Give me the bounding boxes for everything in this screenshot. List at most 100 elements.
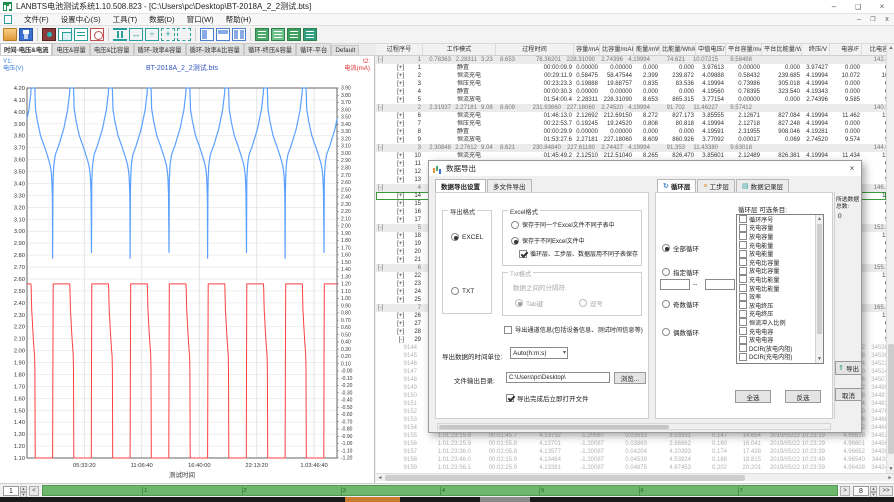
table-row[interactable]: [+]10恒流充电01:45:49.22.12510212.510408.265… [376,152,886,160]
cycle-to-input[interactable] [705,279,735,290]
scroll-right-icon[interactable]: ► [886,474,894,482]
vertical-scroll-thumb[interactable] [888,344,894,454]
report-icon[interactable] [74,28,88,41]
column-header[interactable]: 平台比能量/W [762,44,802,55]
radio-comma[interactable]: 逗号 [579,298,603,308]
menu-tools[interactable]: 工具(T) [107,14,144,25]
expand-toggle[interactable]: [+] [376,128,406,136]
copy-icon[interactable] [58,28,72,41]
item-checkbox[interactable] [739,250,747,258]
expand-toggle[interactable]: [+] [376,232,406,240]
screenshot-icon[interactable] [42,28,56,41]
dialog-horizontal-scrollbar[interactable] [437,423,831,430]
table-row[interactable]: [+]5恒流放电01:54:00.42.28311228.310908.6538… [376,96,886,104]
radio-specified-cycles[interactable]: 指定循环 [662,267,699,277]
item-checkbox[interactable] [739,232,747,240]
expand-toggle[interactable]: [-] [376,224,406,232]
list-item[interactable]: 充电电容 [737,327,815,336]
list-4-icon[interactable] [303,28,317,41]
window-tile-icon[interactable] [232,28,246,41]
radio-all-cycles[interactable]: 全部循环 [662,243,699,253]
item-checkbox[interactable] [739,284,747,292]
item-checkbox[interactable] [739,215,747,223]
record-row[interactable]: 91551.01:23:15.900:01:45.74.13732-1.2008… [376,432,886,440]
horizontal-scroll-thumb[interactable] [385,475,745,481]
split-h-icon[interactable]: ÷ [145,28,159,41]
item-checkbox[interactable] [739,267,747,275]
schedule-icon[interactable] [90,28,104,41]
radio-excel[interactable]: EXCEL [451,233,483,241]
expand-toggle[interactable]: [+] [376,160,406,168]
radio-odd-cycles[interactable]: 奇数循环 [662,299,699,309]
menu-window[interactable]: 窗口(W) [181,14,220,25]
item-checkbox[interactable] [739,336,747,344]
radio-tab-key[interactable]: Tab键 [515,298,543,308]
time-unit-select[interactable]: Auto(h:m:s) [510,347,568,359]
list-item[interactable]: 循环序号 [737,215,815,224]
expand-toggle[interactable]: [+] [376,200,406,208]
menu-help[interactable]: 帮助(H) [220,14,257,25]
radio-diff-file[interactable]: 保存于不同Excel文件中 [511,236,585,245]
menu-settings-center[interactable]: 设置中心(S) [55,14,107,25]
list-item[interactable]: DCIR(充电内阻) [737,353,815,362]
expand-toggle[interactable]: [-] [376,264,406,272]
child-close-button[interactable] [880,16,894,23]
select-region-icon[interactable] [177,28,191,41]
cycle-from-input[interactable] [660,279,690,290]
expand-toggle[interactable]: [+] [376,136,406,144]
column-header[interactable]: 比容量/mAh/g [600,44,634,55]
chart-tab-7[interactable]: Default [331,45,359,55]
column-header[interactable]: 比电容/F/g [862,44,886,55]
item-checkbox[interactable] [739,310,747,318]
tab-export-settings[interactable]: 数据导出设置 [435,179,486,192]
checkbox-open-after[interactable]: 导出完成后立即打开文件 [506,393,589,403]
right-page-box[interactable]: 8 [853,486,869,496]
expand-toggle[interactable]: [+] [376,64,406,72]
expand-toggle[interactable]: [+] [376,328,406,336]
tab-step-layer[interactable]: ≡工步层 [697,179,735,192]
tab-multi-file-export[interactable]: 多文件导出 [487,179,532,192]
expand-toggle[interactable]: [+] [376,320,406,328]
expand-toggle[interactable]: [+] [376,192,406,200]
item-checkbox[interactable] [739,301,747,309]
item-checkbox[interactable] [739,353,747,361]
child-restore-button[interactable] [866,16,880,23]
column-header[interactable]: 中值电压/V [696,44,726,55]
left-page-spinner[interactable]: ▲▼ [20,486,27,496]
column-header[interactable]: 电容/F [830,44,862,55]
dialog-close-icon[interactable]: × [843,164,861,173]
expand-toggle[interactable]: [+] [376,280,406,288]
expand-toggle[interactable]: [+] [376,176,406,184]
record-row[interactable]: 91591.01:23:56.100:02:25.94.13391-1.2008… [376,464,886,472]
vertical-scrollbar[interactable]: ▲ ▼ [886,44,894,473]
column-header[interactable]: 能量/mWh [634,44,660,55]
item-checkbox[interactable] [739,241,747,249]
page-prev-button[interactable]: < [29,486,39,496]
expand-toggle[interactable]: [+] [376,216,406,224]
scroll-up-icon[interactable]: ▲ [887,44,894,52]
expand-toggle[interactable]: [-] [376,184,406,192]
page-last-button[interactable]: >> [879,486,893,496]
list-item[interactable]: 放电容量 [737,232,815,241]
expand-toggle[interactable]: [+] [376,112,406,120]
browse-button[interactable]: 浏览... [614,372,646,384]
table-row[interactable]: [+]7恒压充电00:22:53.70.1924519.245200.80880… [376,120,886,128]
expand-toggle[interactable]: [+] [376,312,406,320]
save-icon[interactable] [19,28,33,41]
table-row[interactable]: [+]8静置00:00:29.90.000000.000000.0000.000… [376,128,886,136]
radio-even-cycles[interactable]: 偶数循环 [662,327,699,337]
output-dir-input[interactable]: C:\Users\pc\Desktop\ [506,372,610,383]
cancel-button[interactable]: 取消 [835,388,862,401]
scroll-down-icon[interactable]: ▼ [887,465,894,473]
table-row[interactable]: [+]9恒流放电01:53:27.62.27181227.180608.6098… [376,136,886,144]
list-item[interactable]: 充电能量 [737,241,815,250]
record-row[interactable]: 91561.01:23:25.900:01:55.84.13701-1.2008… [376,440,886,448]
list-item[interactable]: 恒流冲入比例 [737,318,815,327]
menu-file[interactable]: 文件(F) [18,14,55,25]
maximize-button[interactable] [846,0,870,13]
list-2-icon[interactable] [271,28,285,41]
record-row[interactable]: 91571.01:23:36.000:02:05.84.13577-1.2008… [376,448,886,456]
list-scroll-down-icon[interactable]: ▼ [816,355,823,363]
expand-toggle[interactable]: [-] [376,104,406,112]
invert-selection-button[interactable]: 反选 [785,390,821,403]
